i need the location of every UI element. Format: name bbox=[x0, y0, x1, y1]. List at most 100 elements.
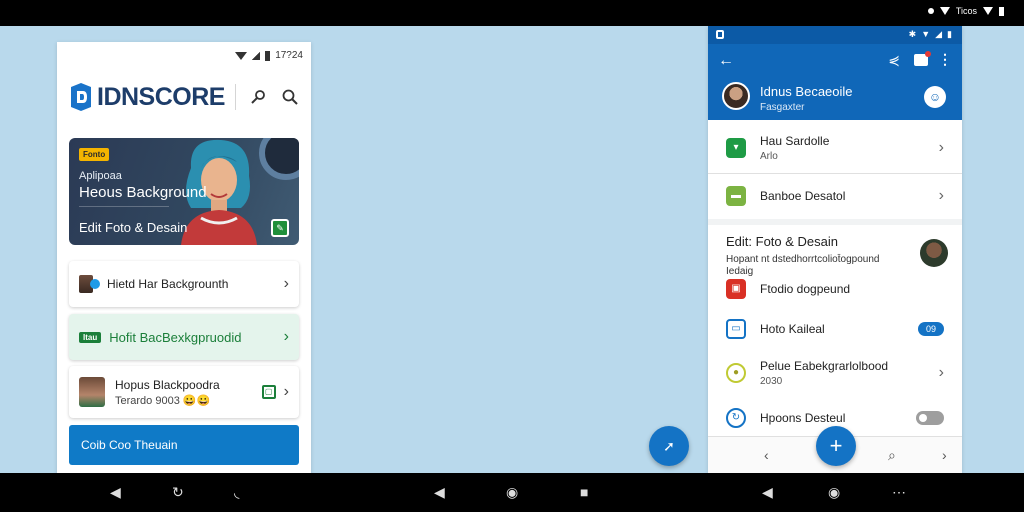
face-icon[interactable]: ☺ bbox=[924, 86, 946, 108]
home-icon[interactable]: ↻ bbox=[172, 485, 184, 499]
item-subtitle: Arlo bbox=[760, 151, 778, 162]
signal-icon bbox=[252, 51, 261, 60]
card-subtitle: Terardo 9003 😀😀 bbox=[115, 394, 211, 407]
section-divider bbox=[708, 219, 962, 225]
search-icon[interactable]: ⌕ bbox=[888, 447, 896, 464]
back-icon[interactable]: ◀ bbox=[434, 485, 445, 499]
logo-icon bbox=[69, 83, 93, 111]
chevron-right-icon: › bbox=[283, 328, 289, 345]
recents-icon[interactable]: ■ bbox=[580, 485, 588, 499]
magic-wand-icon[interactable] bbox=[249, 88, 267, 106]
home-icon[interactable]: ◉ bbox=[506, 485, 518, 499]
system-indicators: Ticos bbox=[927, 6, 1004, 16]
more-vert-icon[interactable]: ⋮ bbox=[938, 51, 952, 68]
chevron-right-icon: › bbox=[283, 383, 289, 400]
plus-icon: + bbox=[829, 433, 843, 458]
chat-icon: ▾ bbox=[726, 138, 746, 158]
item-subtitle: 2030 bbox=[760, 376, 783, 387]
calendar-icon[interactable] bbox=[914, 51, 931, 66]
edit-square-icon[interactable]: ▢ bbox=[261, 385, 276, 399]
recents-icon[interactable]: ◟ bbox=[234, 485, 239, 499]
status-icons: ✱ ▼ ◢ ▮ bbox=[909, 29, 952, 40]
wifi-icon bbox=[983, 7, 993, 15]
list-item[interactable]: ▾ Hau Sardolle Arlo › bbox=[708, 126, 962, 170]
back-icon[interactable]: ◀ bbox=[110, 485, 121, 499]
list-card-background[interactable]: Hietd Har Backgrounth › bbox=[69, 261, 299, 307]
item-title: Ftodio dogpeund bbox=[760, 282, 851, 296]
toggle-switch[interactable] bbox=[916, 411, 944, 425]
back-icon[interactable]: ◀ bbox=[762, 485, 773, 499]
item-title: Banboe Desatol bbox=[760, 189, 846, 203]
hero-title: Heous Background bbox=[79, 184, 207, 201]
profile-header: ← ⋞ ⋮ Idnus Becaeoile Fasgaxter ☺ bbox=[708, 44, 962, 120]
left-status-bar: 17?24 bbox=[235, 50, 303, 61]
list-item[interactable]: ▭ Hoto Kaileal 09 bbox=[708, 316, 962, 342]
section-subtitle: Hopant nt dstedhorrtcoliot̄ogpound bbox=[726, 254, 880, 265]
avatar[interactable] bbox=[920, 239, 948, 267]
edit-fab[interactable]: ➚ bbox=[649, 426, 689, 466]
image-icon: ▣ bbox=[726, 279, 746, 299]
divider bbox=[708, 173, 962, 174]
system-nav-bar: ◀ ↻ ◟ ◀ ◉ ■ ◀ ◉ ⋯ bbox=[0, 473, 1024, 512]
count-badge: 09 bbox=[917, 322, 944, 336]
wifi-icon: ▼ bbox=[921, 29, 931, 39]
left-phone-screen: 17?24 IDNSCORE Fonto Aplipoaa Heous Back… bbox=[57, 42, 311, 474]
list-item[interactable]: ▬ Banboe Desatol › bbox=[708, 178, 962, 214]
coin-icon: ● bbox=[726, 363, 746, 383]
section-title: Edit: Foto & Desain bbox=[726, 234, 838, 249]
pencil-icon: ➚ bbox=[663, 438, 675, 454]
more-icon[interactable]: ⋯ bbox=[892, 485, 906, 499]
hero-banner[interactable]: Fonto Aplipoaa Heous Background Edit Fot… bbox=[69, 138, 299, 245]
list-item[interactable]: ▣ Ftodio dogpeund bbox=[708, 276, 962, 302]
avatar[interactable] bbox=[722, 82, 750, 110]
notification-dot-icon bbox=[927, 8, 934, 14]
back-arrow-icon[interactable]: ← bbox=[718, 52, 734, 70]
thumbnail-icon bbox=[79, 275, 100, 293]
edit-icon[interactable]: ✎ bbox=[271, 219, 289, 237]
primary-button[interactable]: Coib Coo Theuain bbox=[69, 425, 299, 465]
system-status-bar: Ticos bbox=[0, 0, 1024, 26]
hero-badge: Fonto bbox=[79, 148, 110, 161]
card-label: Hofit BacBexkgpruodid bbox=[109, 329, 242, 345]
bag-icon: ▬ bbox=[726, 186, 746, 206]
search-icon[interactable] bbox=[281, 88, 299, 106]
profile-name: Idnus Becaeoile bbox=[760, 84, 853, 99]
item-title: Hpoons Desteul bbox=[760, 411, 846, 425]
home-icon[interactable]: ◉ bbox=[828, 485, 840, 499]
hero-cta[interactable]: Edit Foto & Desain bbox=[79, 220, 187, 235]
brand-name: IDNSCORE bbox=[97, 82, 225, 111]
profile-role: Fasgaxter bbox=[760, 102, 805, 113]
chevron-left-icon[interactable]: ‹ bbox=[764, 447, 769, 463]
signal-icon: ◢ bbox=[935, 29, 943, 39]
chevron-right-icon: › bbox=[938, 139, 944, 156]
lock-icon bbox=[716, 30, 724, 39]
emoji-icon: 😀😀 bbox=[182, 394, 211, 407]
battery-icon bbox=[265, 50, 271, 61]
item-title: Hau Sardolle bbox=[760, 134, 830, 148]
chevron-right-icon[interactable]: › bbox=[942, 447, 947, 463]
right-status-bar: ✱ ▼ ◢ ▮ bbox=[708, 26, 962, 44]
avatar bbox=[79, 377, 105, 407]
header-divider bbox=[235, 84, 236, 110]
item-title: Hoto Kaileal bbox=[760, 322, 825, 336]
list-item[interactable]: ● Pelue Eabekgrarlolbood 2030 › bbox=[708, 356, 962, 390]
battery-icon: ▮ bbox=[947, 29, 952, 39]
list-card-profile[interactable]: Hopus Blackpoodra Terardo 9003 😀😀 ▢ › bbox=[69, 366, 299, 418]
decorative-ring bbox=[259, 138, 299, 180]
hero-separator bbox=[79, 206, 169, 207]
item-title: Pelue Eabekgrarlolbood bbox=[760, 359, 889, 373]
brand-logo[interactable]: IDNSCORE bbox=[69, 82, 225, 112]
status-text: Ticos bbox=[955, 6, 977, 16]
list-card-highlight[interactable]: Itau Hofit BacBexkgpruodid › bbox=[69, 314, 299, 360]
chevron-right-icon: › bbox=[938, 187, 944, 204]
card-tag: Itau bbox=[79, 331, 102, 343]
card-label: Hietd Har Backgrounth bbox=[107, 277, 229, 291]
bluetooth-icon: ✱ bbox=[908, 29, 917, 39]
chevron-right-icon: › bbox=[938, 364, 944, 381]
wifi-icon bbox=[235, 51, 248, 60]
add-button[interactable]: + bbox=[816, 426, 856, 466]
share-icon[interactable]: ⋞ bbox=[888, 52, 900, 69]
battery-icon bbox=[999, 6, 1004, 16]
hero-subtitle: Aplipoaa bbox=[79, 170, 122, 182]
clock: 17?24 bbox=[275, 50, 303, 61]
